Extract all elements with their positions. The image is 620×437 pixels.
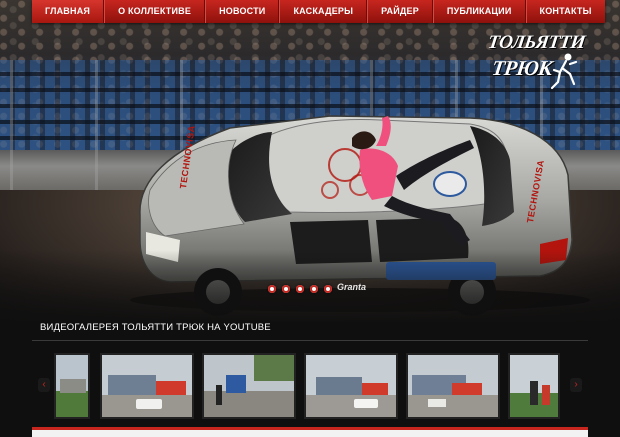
video-gallery-title: ВИДЕОГАЛЕРЕЯ ТОЛЬЯТТИ ТРЮК НА YOUTUBE bbox=[40, 322, 271, 333]
nav-item-home[interactable]: ГЛАВНАЯ bbox=[32, 0, 105, 23]
stuntman-icon bbox=[550, 53, 578, 90]
content-panel-top bbox=[32, 427, 588, 437]
slider-dot[interactable] bbox=[324, 285, 332, 293]
video-thumbnail[interactable] bbox=[508, 353, 560, 419]
video-thumbnail[interactable] bbox=[406, 353, 500, 419]
video-thumbnail[interactable] bbox=[100, 353, 194, 419]
video-gallery-carousel: ‹ › bbox=[32, 353, 588, 421]
logo-text-line1: ТОЛЬЯТТИ bbox=[486, 32, 587, 53]
carousel-prev-button[interactable]: ‹ bbox=[38, 378, 50, 392]
divider bbox=[32, 340, 588, 341]
nav-item-about[interactable]: О КОЛЛЕКТИВЕ bbox=[104, 0, 206, 23]
main-navigation: ГЛАВНАЯ О КОЛЛЕКТИВЕ НОВОСТИ КАСКАДЕРЫ Р… bbox=[32, 0, 605, 23]
slider-dot[interactable] bbox=[310, 285, 318, 293]
site-logo[interactable]: ТОЛЬЯТТИ ТРЮК bbox=[482, 30, 586, 90]
video-thumbnail[interactable] bbox=[304, 353, 398, 419]
nav-item-news[interactable]: НОВОСТИ bbox=[205, 0, 280, 23]
nav-item-publications[interactable]: ПУБЛИКАЦИИ bbox=[432, 0, 526, 23]
carousel-next-button[interactable]: › bbox=[570, 378, 582, 392]
slider-dot[interactable] bbox=[296, 285, 304, 293]
slider-dot[interactable] bbox=[268, 285, 276, 293]
car-model-decal: Granta bbox=[337, 282, 367, 292]
nav-item-stuntmen[interactable]: КАСКАДЕРЫ bbox=[279, 0, 368, 23]
logo-text-line2: ТРЮК bbox=[490, 56, 554, 80]
slider-dot[interactable] bbox=[282, 285, 290, 293]
video-thumbnail[interactable] bbox=[202, 353, 296, 419]
video-thumbnail[interactable] bbox=[54, 353, 90, 419]
nav-item-contacts[interactable]: КОНТАКТЫ bbox=[525, 0, 605, 23]
nav-item-rider[interactable]: РАЙДЕР bbox=[367, 0, 433, 23]
slider-pagination bbox=[268, 285, 332, 293]
